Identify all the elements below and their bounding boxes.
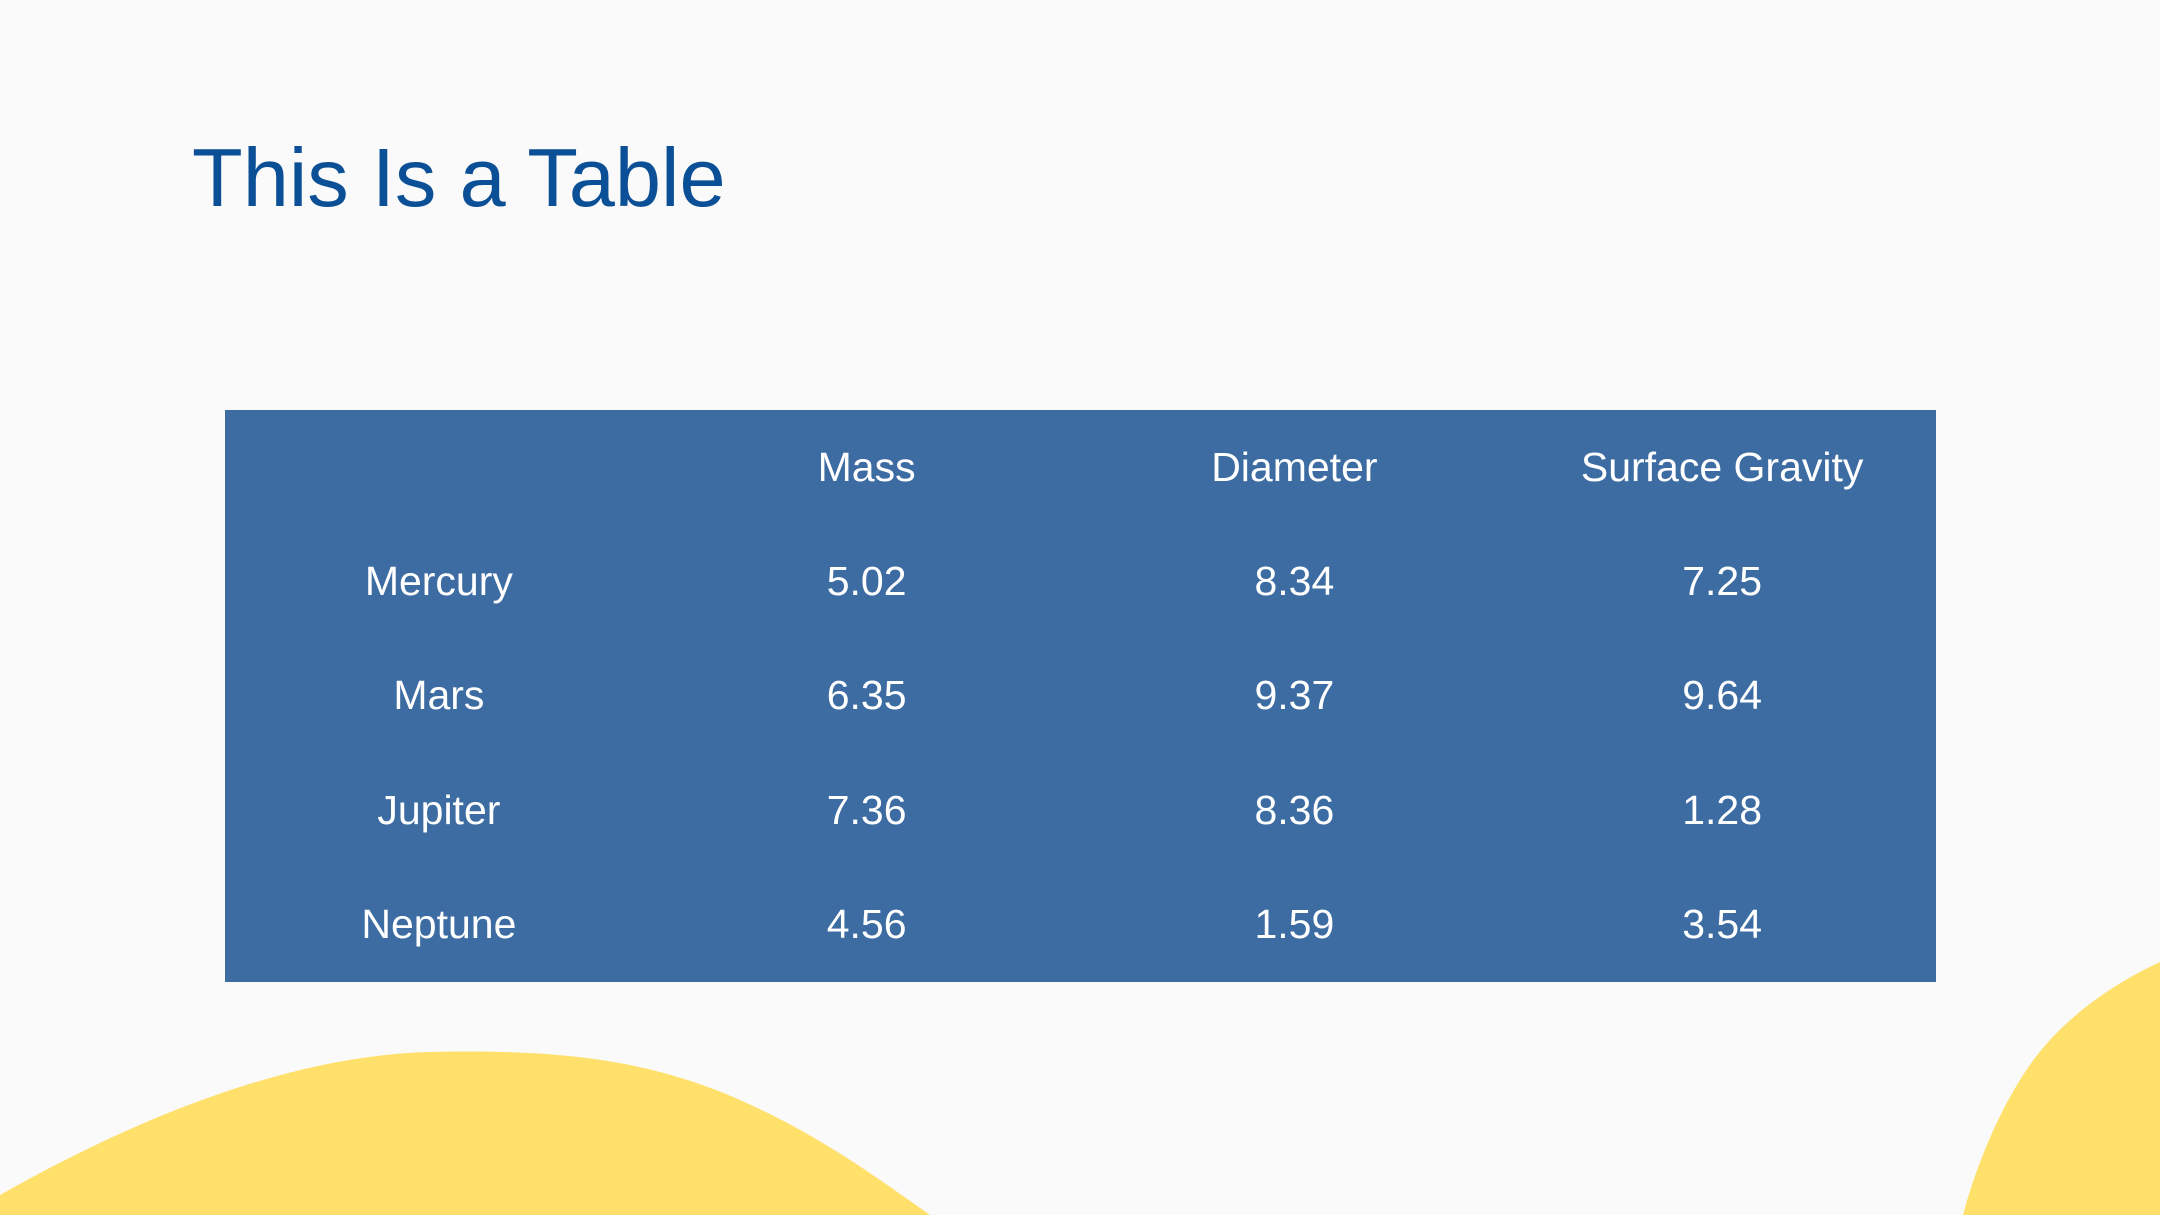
table-header-row: Mass Diameter Surface Gravity [225, 410, 1936, 524]
header-cell-surface-gravity: Surface Gravity [1580, 443, 1864, 490]
diameter-cell: 9.37 [1254, 672, 1335, 719]
bottom-right-wave [1963, 962, 2160, 1215]
row-label: Mercury [364, 557, 513, 604]
row-label: Mars [393, 672, 485, 719]
header-cell-mass: Mass [817, 443, 916, 490]
surface-gravity-cell: 3.54 [1682, 901, 1763, 948]
table-row: Mercury 5.02 8.34 7.25 [225, 524, 1936, 639]
diameter-cell: 8.34 [1254, 557, 1335, 604]
table-row: Neptune 4.56 1.59 3.54 [225, 868, 1936, 983]
row-label: Jupiter [377, 786, 501, 833]
planet-table: Mass Diameter Surface Gravity Mercury 5.… [225, 410, 1936, 982]
mass-cell: 7.36 [826, 786, 907, 833]
slide: This Is a Table Mass Diameter Surface Gr… [0, 0, 2160, 1215]
surface-gravity-cell: 9.64 [1682, 672, 1763, 719]
diameter-cell: 8.36 [1254, 786, 1335, 833]
mass-cell: 6.35 [826, 672, 907, 719]
surface-gravity-cell: 7.25 [1682, 557, 1763, 604]
mass-cell: 4.56 [826, 901, 907, 948]
diameter-cell: 1.59 [1254, 901, 1335, 948]
table-row: Jupiter 7.36 8.36 1.28 [225, 753, 1936, 868]
mass-cell: 5.02 [826, 557, 907, 604]
bottom-left-wave [0, 1051, 930, 1215]
header-cell-diameter: Diameter [1211, 443, 1378, 490]
surface-gravity-cell: 1.28 [1682, 786, 1763, 833]
table-row: Mars 6.35 9.37 9.64 [225, 639, 1936, 754]
slide-title: This Is a Table [192, 131, 726, 224]
row-label: Neptune [361, 901, 517, 948]
header-cell-blank [225, 410, 653, 524]
